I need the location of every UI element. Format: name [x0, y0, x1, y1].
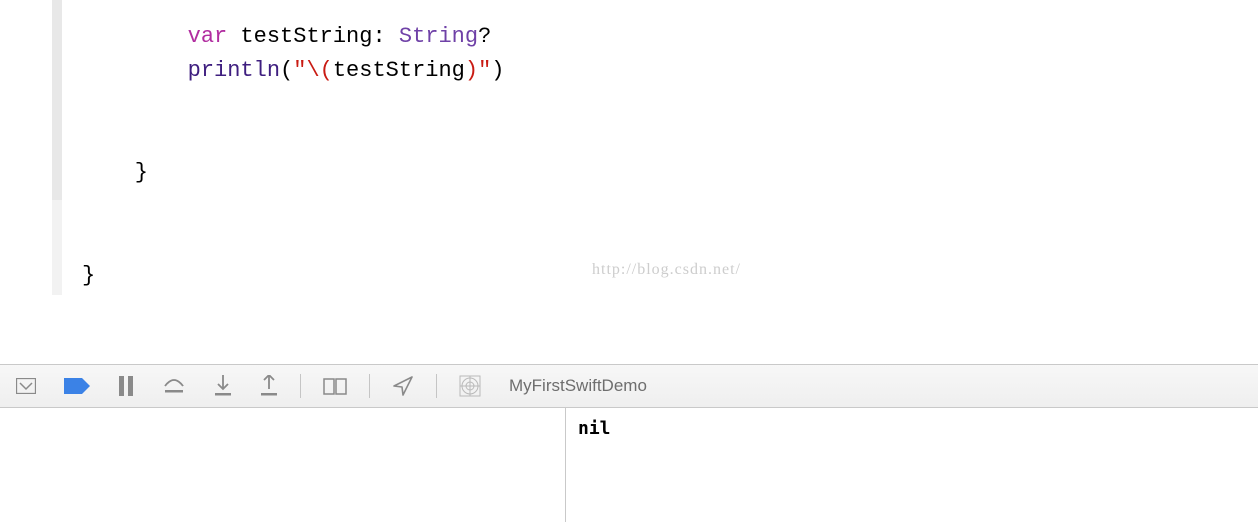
console-line: nil	[578, 418, 611, 439]
code-content[interactable]: var testString: String? println("\(testS…	[62, 0, 1258, 364]
gutter-shade	[52, 0, 62, 200]
gutter-shade-light	[52, 200, 62, 295]
code-line	[82, 225, 1258, 259]
code-line: println("\(testString)")	[82, 54, 1258, 88]
breakpoint-toggle-icon[interactable]	[64, 365, 90, 407]
code-line	[82, 190, 1258, 224]
code-line: var testString: String?	[82, 20, 1258, 54]
console-output[interactable]: nil	[566, 408, 1258, 522]
code-editor[interactable]: var testString: String? println("\(testS…	[0, 0, 1258, 364]
scheme-icon[interactable]	[459, 365, 481, 407]
code-line	[82, 88, 1258, 122]
watermark-text: http://blog.csdn.net/	[592, 258, 741, 283]
code-line	[82, 122, 1258, 156]
location-icon[interactable]	[392, 365, 414, 407]
editor-gutter	[0, 0, 62, 364]
hide-debug-icon[interactable]	[16, 365, 36, 407]
scheme-label[interactable]: MyFirstSwiftDemo	[509, 376, 647, 396]
toolbar-separator	[300, 374, 301, 398]
step-into-icon[interactable]	[214, 365, 232, 407]
pause-icon[interactable]	[118, 365, 134, 407]
toolbar-separator	[369, 374, 370, 398]
view-hierarchy-icon[interactable]	[323, 365, 347, 407]
variables-view[interactable]	[0, 408, 566, 522]
step-over-icon[interactable]	[162, 365, 186, 407]
step-out-icon[interactable]	[260, 365, 278, 407]
debug-panel: nil	[0, 408, 1258, 522]
debug-toolbar: MyFirstSwiftDemo	[0, 364, 1258, 408]
code-line: }	[82, 156, 1258, 190]
toolbar-separator	[436, 374, 437, 398]
